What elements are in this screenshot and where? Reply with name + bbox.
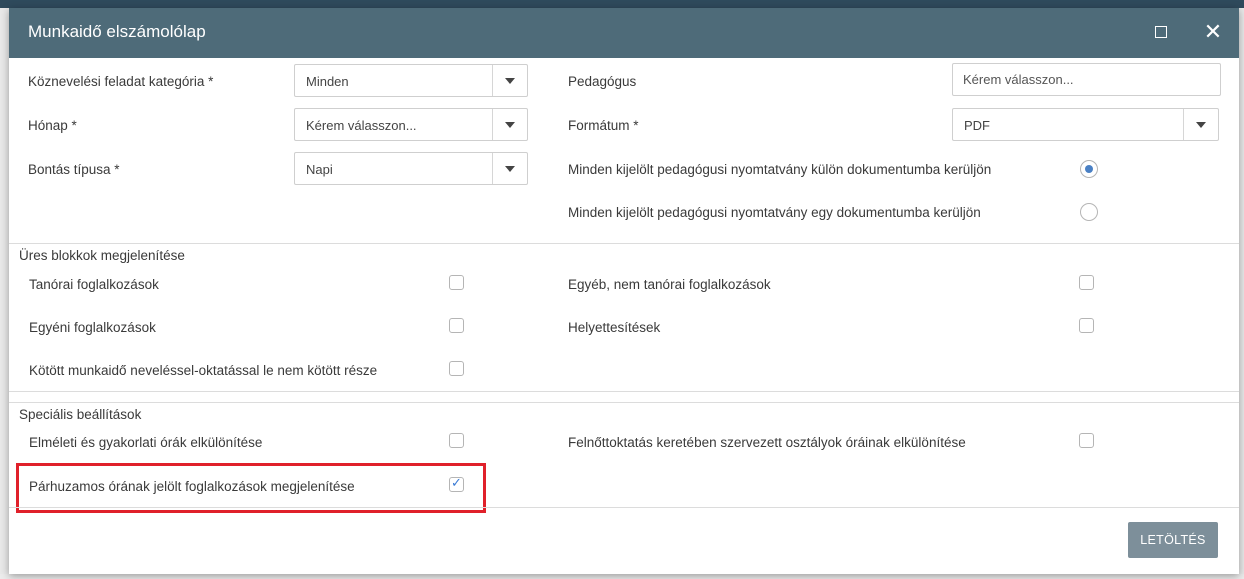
footer-divider [9,507,1239,508]
download-button[interactable]: LETÖLTÉS [1128,522,1218,558]
pedagogus-input[interactable] [952,63,1221,96]
kategoria-value: Minden [306,74,349,89]
felnottoktatas-checkbox[interactable] [1079,433,1094,448]
background-app-left [0,8,9,579]
helyettesitesek-label: Helyettesítések [568,320,661,335]
dialog-window: Munkaidő elszámolólap ✕ Köznevelési fela… [9,8,1239,574]
bontas-select[interactable]: Napi [294,152,528,185]
close-icon: ✕ [1203,19,1223,44]
honap-label: Hónap * [28,118,77,133]
egyeni-label: Egyéni foglalkozások [29,320,156,335]
egyeb-label: Egyéb, nem tanórai foglalkozások [568,277,771,292]
dialog-titlebar: Munkaidő elszámolólap ✕ [9,8,1239,58]
chevron-down-icon[interactable] [1183,109,1218,140]
elmeleti-label: Elméleti és gyakorlati órák elkülönítése [29,435,263,450]
kategoria-select[interactable]: Minden [294,64,528,97]
pedagogus-label: Pedagógus [568,74,637,89]
ures-blokkok-title: Üres blokkok megjelenítése [17,248,187,263]
helyettesitesek-checkbox[interactable] [1079,318,1094,333]
radio-kulon-dokumentum[interactable] [1080,160,1098,178]
chevron-down-icon[interactable] [492,153,527,184]
formatum-value: PDF [964,118,990,133]
background-app-header [0,0,1244,8]
tanorai-checkbox[interactable] [449,275,464,290]
kotott-munkaido-label: Kötött munkaidő neveléssel-oktatással le… [29,363,378,378]
elmeleti-checkbox[interactable] [449,433,464,448]
chevron-down-icon[interactable] [492,109,527,140]
section-divider [9,243,1239,244]
felnottoktatas-label: Felnőttoktatás keretében szervezett oszt… [568,435,966,450]
specialis-title: Speciális beállítások [17,407,144,422]
formatum-label: Formátum * [568,118,639,133]
bontas-label: Bontás típusa * [28,162,120,177]
honap-select[interactable]: Kérem válasszon... [294,108,528,141]
radio-egy-label: Minden kijelölt pedagógusi nyomtatvány e… [568,205,981,220]
highlight-box [16,463,486,513]
background-app-right [1239,8,1244,579]
kategoria-label: Köznevelési feladat kategória * [28,74,214,89]
kotott-munkaido-checkbox[interactable] [449,361,464,376]
maximize-button[interactable] [1150,21,1172,43]
egyeni-checkbox[interactable] [449,318,464,333]
maximize-icon [1155,26,1167,39]
honap-value: Kérem válasszon... [306,118,417,133]
section-divider [9,391,1239,392]
bontas-value: Napi [306,162,333,177]
section-corner [195,243,196,244]
background-app-bottom [0,574,1244,579]
chevron-down-icon[interactable] [492,65,527,96]
dialog-title: Munkaidő elszámolólap [28,22,206,41]
section-divider [9,402,1239,403]
formatum-select[interactable]: PDF [952,108,1219,141]
egyeb-checkbox[interactable] [1079,275,1094,290]
radio-egy-dokumentum[interactable] [1080,203,1098,221]
tanorai-label: Tanórai foglalkozások [29,277,159,292]
close-button[interactable]: ✕ [1202,21,1224,43]
radio-kulon-label: Minden kijelölt pedagógusi nyomtatvány k… [568,162,992,177]
